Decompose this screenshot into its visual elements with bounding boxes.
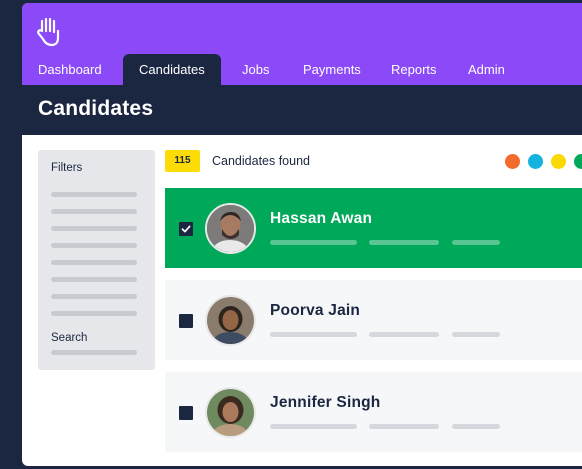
filter-option[interactable] bbox=[51, 260, 137, 265]
avatar bbox=[205, 387, 256, 438]
results-count-label: Candidates found bbox=[212, 154, 310, 168]
candidate-detail bbox=[270, 332, 357, 337]
candidate-card[interactable]: Jennifer Singh bbox=[165, 372, 582, 452]
avatar bbox=[205, 295, 256, 346]
tab-admin[interactable]: Admin bbox=[468, 54, 505, 85]
main-nav: Dashboard Candidates Jobs Payments Repor… bbox=[22, 54, 582, 85]
filter-option[interactable] bbox=[51, 294, 137, 299]
filters-panel: Filters Search bbox=[38, 150, 155, 370]
filter-option[interactable] bbox=[51, 226, 137, 231]
tab-jobs[interactable]: Jobs bbox=[242, 54, 269, 85]
results-count-badge: 115 bbox=[165, 150, 200, 172]
candidate-checkbox[interactable] bbox=[179, 222, 193, 236]
color-dot-blue[interactable] bbox=[528, 154, 543, 169]
filters-title: Filters bbox=[51, 162, 83, 174]
app-window: Dashboard Candidates Jobs Payments Repor… bbox=[22, 3, 582, 466]
candidate-name[interactable]: Poorva Jain bbox=[270, 302, 360, 320]
candidate-detail bbox=[369, 424, 439, 429]
color-dot-orange[interactable] bbox=[505, 154, 520, 169]
checkmark-icon bbox=[181, 225, 191, 233]
filter-option[interactable] bbox=[51, 311, 137, 316]
tab-reports[interactable]: Reports bbox=[391, 54, 437, 85]
candidate-card[interactable]: Hassan Awan bbox=[165, 188, 582, 268]
candidate-detail bbox=[369, 240, 439, 245]
search-input[interactable] bbox=[51, 350, 137, 355]
top-bar: Dashboard Candidates Jobs Payments Repor… bbox=[22, 3, 582, 85]
candidate-name[interactable]: Jennifer Singh bbox=[270, 394, 380, 412]
candidate-detail bbox=[452, 332, 500, 337]
filter-option[interactable] bbox=[51, 209, 137, 214]
filter-option[interactable] bbox=[51, 277, 137, 282]
page-title: Candidates bbox=[38, 97, 154, 120]
candidate-checkbox[interactable] bbox=[179, 314, 193, 328]
candidate-detail bbox=[452, 240, 500, 245]
tab-dashboard[interactable]: Dashboard bbox=[38, 54, 102, 85]
page-header: Candidates bbox=[22, 85, 582, 135]
color-dot-yellow[interactable] bbox=[551, 154, 566, 169]
candidate-name[interactable]: Hassan Awan bbox=[270, 210, 372, 228]
color-dot-green[interactable] bbox=[574, 154, 582, 169]
avatar bbox=[205, 203, 256, 254]
candidate-detail bbox=[270, 240, 357, 245]
candidate-detail bbox=[369, 332, 439, 337]
candidate-detail bbox=[452, 424, 500, 429]
candidate-card[interactable]: Poorva Jain bbox=[165, 280, 582, 360]
hand-logo-icon[interactable] bbox=[36, 17, 62, 47]
candidate-checkbox[interactable] bbox=[179, 406, 193, 420]
tab-payments[interactable]: Payments bbox=[303, 54, 361, 85]
filter-option[interactable] bbox=[51, 192, 137, 197]
search-label: Search bbox=[51, 332, 88, 344]
filter-option[interactable] bbox=[51, 243, 137, 248]
candidate-detail bbox=[270, 424, 357, 429]
tab-candidates[interactable]: Candidates bbox=[123, 54, 221, 85]
